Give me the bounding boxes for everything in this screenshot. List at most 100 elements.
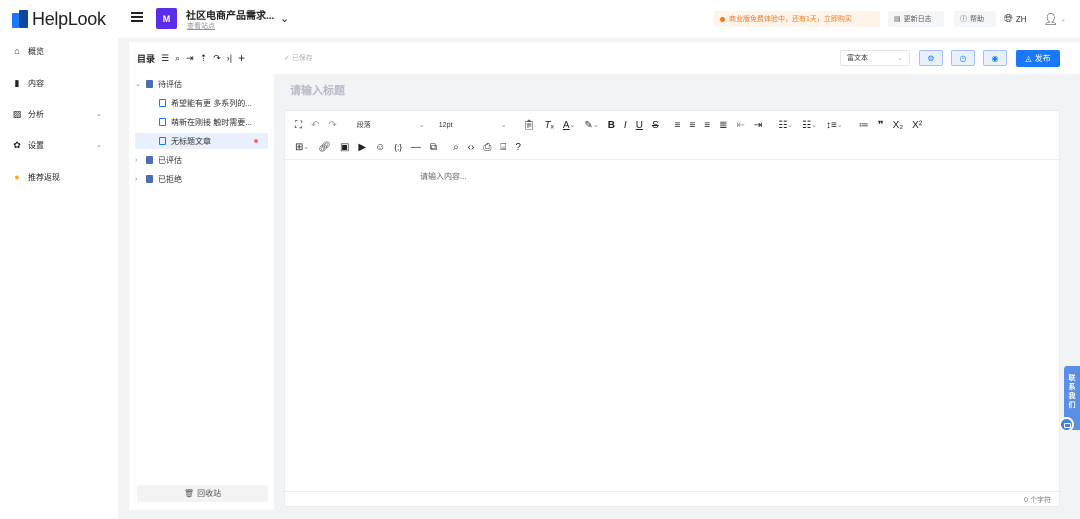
- tree-doc[interactable]: 希望能有更 多系列的...: [135, 95, 268, 111]
- recycle-bin-label: 回收站: [197, 489, 222, 498]
- image-icon[interactable]: ▣: [340, 142, 349, 153]
- share-icon[interactable]: ↷: [213, 53, 221, 64]
- subscript-icon[interactable]: X₂: [893, 120, 904, 131]
- home-icon: ⌂: [14, 46, 20, 56]
- gear-icon: ⚙︎: [927, 53, 935, 63]
- sidebar: ⌂ 概览 ▮ 内容 ▨ 分析 ⌄ ✿ 设置 ⌄ ● 推荐返现: [0, 38, 118, 519]
- publish-button[interactable]: ◬ 发布: [1016, 50, 1060, 67]
- paste-icon[interactable]: 📋︎: [523, 120, 536, 131]
- fullscreen-icon[interactable]: ⛶: [295, 120, 302, 131]
- line-height-icon[interactable]: ↕≡ ⌄: [826, 120, 843, 131]
- preview-button[interactable]: ◉: [983, 50, 1007, 66]
- tree-folder[interactable]: › 已拒绝: [135, 171, 268, 187]
- align-justify-icon[interactable]: ≣: [719, 120, 727, 131]
- font-color-icon[interactable]: A ⌄: [563, 120, 576, 131]
- quote-icon[interactable]: ❞: [878, 120, 884, 131]
- underline-icon[interactable]: U: [636, 120, 643, 131]
- help-button[interactable]: ⓘ 帮助: [954, 11, 996, 27]
- link-icon[interactable]: 🔗︎: [318, 142, 331, 153]
- language-switch[interactable]: 🌐︎ ZH: [1004, 11, 1036, 27]
- chevron-down-icon[interactable]: ⌄: [280, 12, 289, 25]
- tree-folder[interactable]: › 已评估: [135, 152, 268, 168]
- block-format-select[interactable]: 段落 ⌄: [355, 119, 427, 132]
- sidebar-item-analytics[interactable]: ▨ 分析 ⌄: [0, 106, 118, 122]
- sidebar-item-content[interactable]: ▮ 内容: [0, 75, 118, 91]
- block-format-value: 段落: [356, 122, 371, 129]
- contact-char: 联: [1068, 375, 1076, 382]
- text-indent-icon[interactable]: ≔: [859, 120, 869, 131]
- alert-dot-icon: [720, 16, 725, 22]
- toolbar-divider: [285, 159, 1059, 160]
- view-site-link[interactable]: 查看站点: [187, 21, 215, 31]
- document-icon: [159, 99, 166, 107]
- tree-folder[interactable]: ⌄ 待评估: [135, 76, 268, 92]
- collapse-icon[interactable]: ›|: [227, 53, 232, 63]
- import-icon[interactable]: ⇥: [186, 53, 194, 64]
- clear-format-icon[interactable]: Tₓ: [544, 120, 553, 131]
- tree-toolbar: 目录 ☰ ⌕ ⇥ ⇡ ↷ ›| +: [137, 51, 245, 65]
- page-break-icon[interactable]: ⧉: [430, 142, 437, 153]
- help-icon[interactable]: ?: [515, 142, 521, 153]
- indent-icon[interactable]: ⇥: [754, 120, 762, 131]
- search-icon[interactable]: ⌕: [175, 53, 180, 64]
- helplook-logo-icon: [12, 10, 28, 28]
- redo-icon[interactable]: ↷: [328, 120, 336, 131]
- history-button[interactable]: ◷: [951, 50, 975, 66]
- user-menu[interactable]: 👤︎ ⌄: [1043, 11, 1073, 27]
- changelog-button[interactable]: ▤ 更新日志: [888, 11, 944, 27]
- sidebar-item-label: 分析: [28, 109, 44, 119]
- title-input[interactable]: 请输入标题: [284, 77, 1060, 103]
- list-icon[interactable]: ☰: [161, 53, 169, 64]
- sidebar-item-overview[interactable]: ⌂ 概览: [0, 43, 118, 59]
- document-icon: [159, 118, 166, 126]
- editor-mode-select[interactable]: 富文本 ⌄: [840, 50, 910, 66]
- sidebar-item-referral[interactable]: ● 推荐返现: [0, 169, 118, 185]
- trial-banner[interactable]: 商业版免费体验中，还有1天，立即购买: [714, 11, 880, 27]
- brand-logo[interactable]: HelpLook: [12, 9, 106, 29]
- italic-icon[interactable]: I: [624, 120, 627, 131]
- menu-toggle-icon[interactable]: [131, 12, 143, 24]
- publish-label: 发布: [1034, 54, 1051, 63]
- format-painter-icon[interactable]: ⌸: [500, 142, 506, 153]
- tree-folder-label: 已评估: [158, 155, 182, 165]
- recycle-bin-button[interactable]: 🗑︎ 回收站: [137, 485, 268, 502]
- content-placeholder[interactable]: 请输入内容...: [420, 171, 467, 182]
- project-name[interactable]: 社区电商产品需求...: [186, 7, 274, 22]
- font-size-select[interactable]: 12pt ⌄: [437, 119, 509, 132]
- table-icon[interactable]: ⊞ ⌄: [295, 142, 309, 153]
- align-center-icon[interactable]: ≡: [689, 120, 695, 131]
- strikethrough-icon[interactable]: S: [652, 120, 659, 131]
- video-icon[interactable]: ▶: [358, 142, 366, 153]
- sidebar-item-label: 推荐返现: [28, 172, 60, 182]
- undo-icon[interactable]: ↶: [311, 120, 319, 131]
- add-icon[interactable]: +: [238, 51, 245, 65]
- numbered-list-icon[interactable]: ☷ ⌄: [802, 120, 817, 131]
- outdent-icon[interactable]: ⇤: [737, 120, 745, 131]
- search-replace-icon[interactable]: ⌕: [453, 142, 459, 153]
- code-block-icon[interactable]: {;}: [394, 143, 402, 152]
- tree-doc-label: 无标题文章: [171, 136, 211, 146]
- superscript-icon[interactable]: X²: [912, 120, 922, 131]
- tree-doc-active[interactable]: 无标题文章: [135, 133, 268, 149]
- tree-doc[interactable]: 萌新在刚接 触时需要...: [135, 114, 268, 130]
- tree-doc-label: 希望能有更 多系列的...: [171, 98, 252, 108]
- align-right-icon[interactable]: ≡: [704, 120, 710, 131]
- chat-bubble-icon[interactable]: [1059, 417, 1074, 432]
- project-avatar[interactable]: M: [156, 8, 177, 29]
- emoji-icon[interactable]: ☺: [375, 142, 385, 153]
- directory-panel: 目录 ☰ ⌕ ⇥ ⇡ ↷ ›| + ⌄ 待评估 希望能有更 多系列的... 萌新…: [129, 42, 274, 510]
- bold-icon[interactable]: B: [608, 120, 615, 131]
- settings-button[interactable]: ⚙︎: [919, 50, 943, 66]
- upload-icon[interactable]: ⇡: [200, 53, 208, 64]
- source-code-icon[interactable]: ‹›: [468, 142, 475, 153]
- contact-char: 系: [1068, 384, 1076, 391]
- print-icon[interactable]: ⎙: [483, 142, 491, 153]
- sidebar-item-settings[interactable]: ✿ 设置 ⌄: [0, 137, 118, 153]
- trash-icon: 🗑︎: [183, 489, 195, 498]
- align-left-icon[interactable]: ≡: [675, 120, 681, 131]
- rich-text-editor[interactable]: ⛶ ↶ ↷ 段落 ⌄ 12pt ⌄ 📋︎ Tₓ A ⌄ ✎ ⌄ B I U S ≡ …: [284, 110, 1060, 507]
- help-label: 帮助: [970, 16, 984, 23]
- horizontal-rule-icon[interactable]: —: [411, 142, 421, 153]
- highlight-icon[interactable]: ✎ ⌄: [584, 120, 598, 131]
- bullet-list-icon[interactable]: ☷ ⌄: [778, 120, 793, 131]
